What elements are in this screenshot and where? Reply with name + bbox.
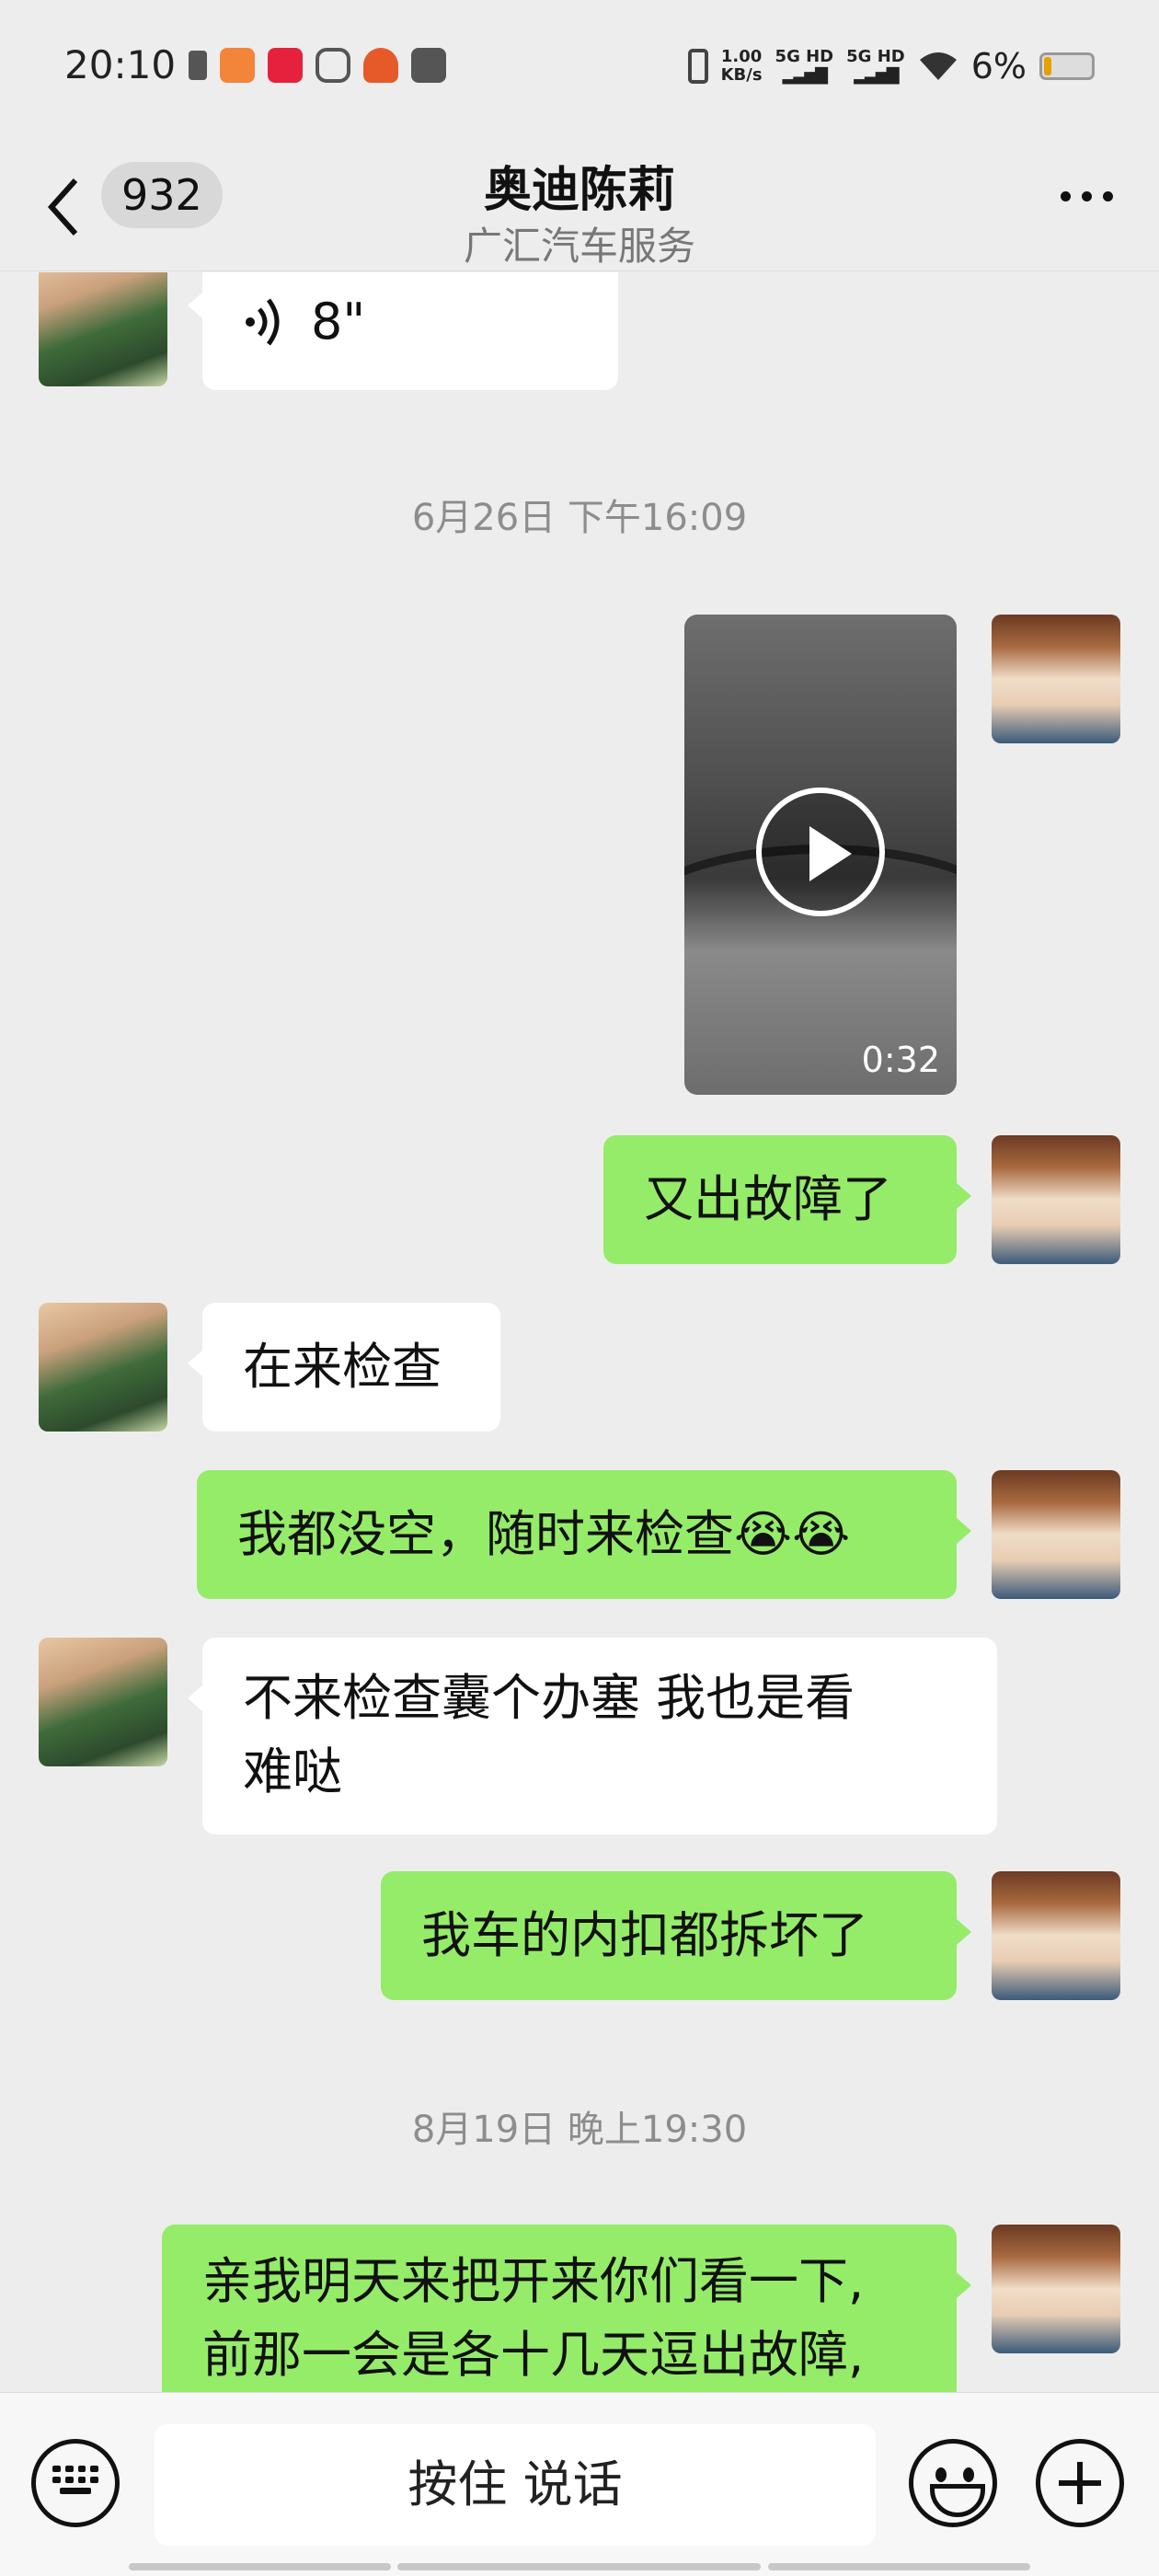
signal-bars-icon: ▂▃▅▇ [854, 65, 899, 85]
sim1-signal: 5G HD ▂▃▅▇ [775, 48, 834, 85]
sim1-label: 5G HD [775, 47, 834, 66]
message-text-line: 难哒 [243, 1742, 342, 1800]
message-list[interactable]: 8" 6月26日 下午16:09 0:32 又出故障了 在来检查 我都没空，随时… [0, 272, 1159, 2392]
net-speed-unit: KB/s [720, 65, 763, 85]
system-indicators: 1.00 KB/s 5G HD ▂▃▅▇ 5G HD ▂▃▅▇ 6% [687, 46, 1095, 86]
voice-wave-icon [246, 298, 280, 346]
status-time: 20:10 [64, 42, 177, 87]
avatar[interactable] [39, 1638, 167, 1766]
avatar[interactable] [992, 1871, 1120, 2000]
avatar[interactable] [992, 1135, 1120, 1264]
hold-to-talk-button[interactable]: 按住 说话 [155, 2424, 876, 2546]
battery-icon [1039, 52, 1095, 80]
sim2-signal: 5G HD ▂▃▅▇ [846, 48, 905, 85]
keyboard-button[interactable] [31, 2439, 120, 2527]
battery-saver-icon [189, 51, 207, 80]
timestamp: 6月26日 下午16:09 [411, 497, 748, 539]
gesture-bar [768, 2563, 1030, 2570]
avatar[interactable] [992, 2225, 1120, 2353]
video-message[interactable]: 0:32 [684, 615, 957, 1095]
avatar[interactable] [39, 1303, 167, 1432]
search-app-icon [316, 48, 350, 83]
avatar[interactable] [992, 1470, 1120, 1599]
message-bubble[interactable]: 我车的内扣都拆坏了 [381, 1871, 971, 2000]
avatar[interactable] [39, 272, 167, 386]
vibrate-icon [687, 49, 708, 84]
chat-header: 932 奥迪陈莉 广汇汽车服务 [0, 138, 1159, 271]
emoji-icon[interactable] [909, 2439, 997, 2527]
plus-icon[interactable] [1036, 2439, 1124, 2527]
message-bubble[interactable]: 在来检查 [188, 1303, 500, 1432]
pinduoduo-icon [220, 48, 255, 83]
message-text: 我都没空，随时来检查 [237, 1505, 734, 1563]
signal-bars-icon: ▂▃▅▇ [782, 65, 828, 85]
timestamp: 8月19日 晚上19:30 [411, 2109, 748, 2151]
message-text-line: 前那一会是各十几天逗出故障, [202, 2326, 865, 2384]
message-bubble[interactable]: 亲我明天来把开来你们看一下, 前那一会是各十几天逗出故障, [162, 2225, 971, 2392]
net-speed-value: 1.00 [720, 47, 763, 66]
sim2-label: 5G HD [846, 47, 905, 66]
video-duration: 0:32 [861, 1040, 940, 1080]
avatar[interactable] [992, 615, 1120, 743]
input-bar: 按住 说话 [0, 2392, 1159, 2576]
kuaishou-icon [268, 48, 303, 83]
voice-duration: 8" [311, 293, 366, 351]
battery-percent: 6% [970, 46, 1027, 86]
message-bubble[interactable]: 我都没空，随时来检查😭😭 [197, 1470, 971, 1599]
message-bubble[interactable]: 不来检查囊个办塞 我也是看 难哒 [188, 1638, 997, 1834]
net-speed: 1.00 KB/s [721, 48, 763, 85]
play-icon[interactable] [756, 788, 885, 916]
message-text-line: 不来检查囊个办塞 我也是看 [243, 1669, 855, 1727]
message-text-line: 亲我明天来把开来你们看一下, [202, 2252, 865, 2310]
gesture-bar [129, 2563, 391, 2570]
contact-name: 奥迪陈莉 [483, 163, 675, 218]
status-bar: 20:10 1.00 KB/s 5G HD ▂▃▅▇ 5G HD ▂▃▅▇ 6% [0, 0, 1159, 138]
contact-subtitle: 广汇汽车服务 [463, 224, 695, 269]
keyboard-icon [52, 2466, 98, 2494]
telegram-icon [411, 48, 446, 83]
notification-icons [189, 48, 446, 83]
voice-message[interactable]: 8" [188, 272, 618, 390]
more-button[interactable] [1061, 191, 1113, 201]
taobao-icon [363, 48, 398, 83]
crying-laughing-emoji: 😭😭 [734, 1505, 851, 1563]
message-bubble[interactable]: 又出故障了 [603, 1135, 971, 1264]
wifi-icon [919, 52, 957, 80]
more-dots-icon [1061, 191, 1071, 201]
gesture-bar [397, 2563, 761, 2570]
